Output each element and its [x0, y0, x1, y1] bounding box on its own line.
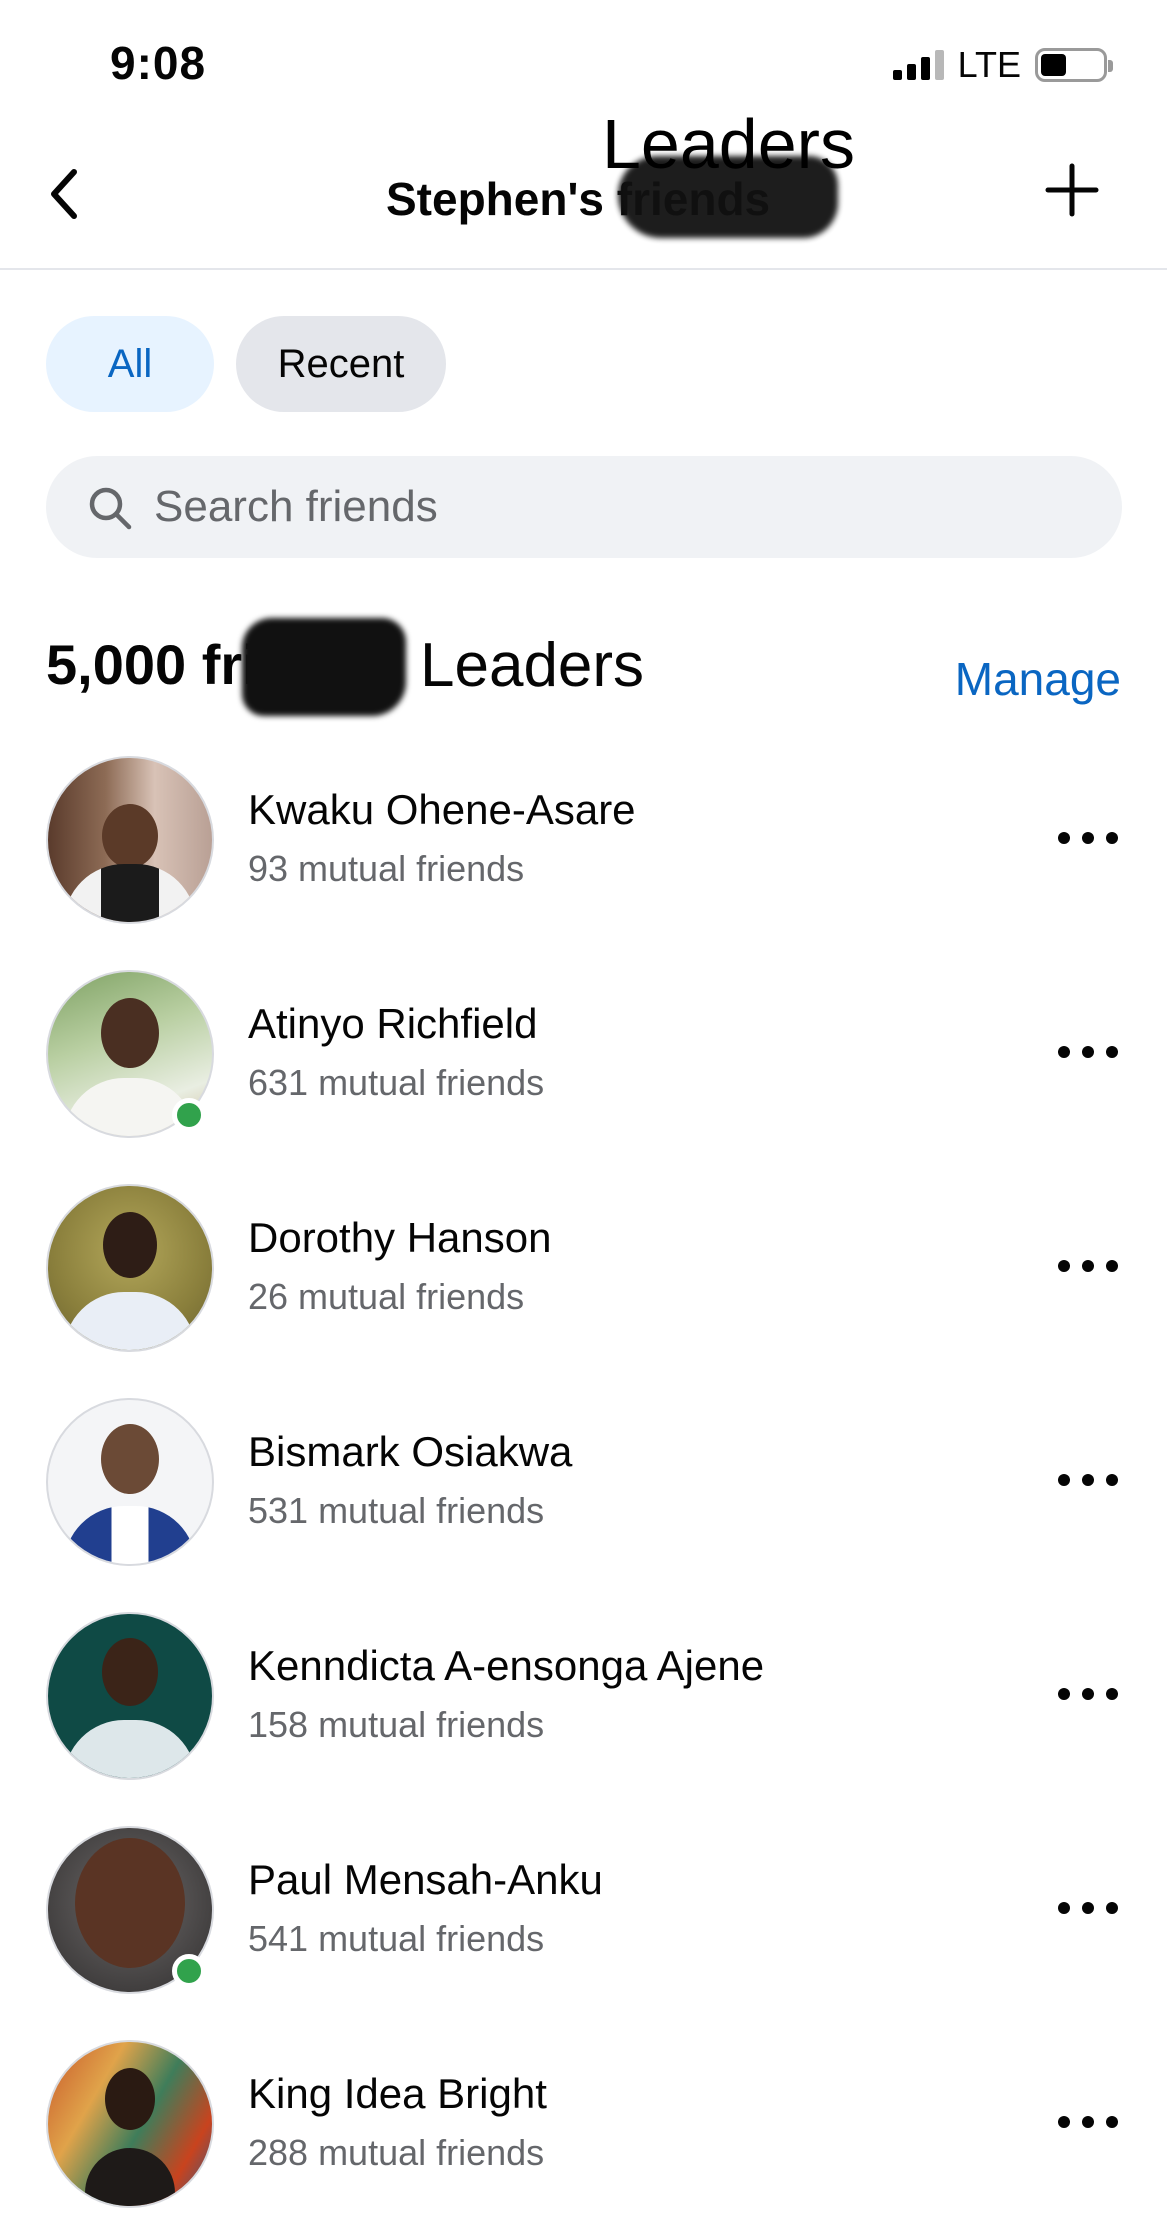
friend-row[interactable]: Bismark Osiakwa 531 mutual friends: [0, 1392, 1167, 1606]
friend-row[interactable]: Kenndicta A-ensonga Ajene 158 mutual fri…: [0, 1606, 1167, 1820]
mutual-friends: 158 mutual friends: [248, 1704, 545, 1745]
mutual-friends: 541 mutual friends: [248, 1918, 545, 1959]
chevron-left-icon: [51, 169, 77, 219]
friend-name[interactable]: Atinyo Richfield: [248, 1000, 537, 1048]
search-icon: [89, 487, 132, 530]
battery-icon: [1035, 48, 1113, 82]
friend-row[interactable]: Atinyo Richfield 631 mutual friends: [0, 964, 1167, 1178]
friend-row[interactable]: Paul Mensah-Anku 541 mutual friends: [0, 1820, 1167, 2034]
friend-name[interactable]: King Idea Bright: [248, 2070, 547, 2118]
more-options-button[interactable]: [1058, 1674, 1118, 1714]
more-options-button[interactable]: [1058, 818, 1118, 858]
overlay-label: Leaders: [420, 631, 645, 700]
mutual-friends: 288 mutual friends: [248, 2132, 545, 2173]
filter-recent-tab[interactable]: Recent: [236, 316, 446, 412]
online-indicator: [172, 1098, 206, 1132]
search-input[interactable]: [154, 456, 1054, 558]
plus-icon: [1045, 163, 1099, 217]
friend-row[interactable]: Dorothy Hanson 26 mutual friends: [0, 1178, 1167, 1392]
avatar[interactable]: [46, 2040, 214, 2208]
search-bar[interactable]: [46, 456, 1122, 558]
friend-row[interactable]: Kwaku Ohene-Asare 93 mutual friends: [0, 750, 1167, 964]
mutual-friends: 93 mutual friends: [248, 848, 525, 889]
more-options-button[interactable]: [1058, 1246, 1118, 1286]
more-options-button[interactable]: [1058, 2102, 1118, 2142]
signal-icon: [892, 50, 944, 80]
manage-link[interactable]: Manage: [955, 652, 1121, 706]
friend-row[interactable]: King Idea Bright 288 mutual friends: [0, 2034, 1167, 2238]
avatar[interactable]: [46, 1612, 214, 1780]
mutual-friends: 531 mutual friends: [248, 1490, 545, 1531]
mutual-friends: 631 mutual friends: [248, 1062, 545, 1103]
nav-header: Stephen's friends Leaders: [0, 100, 1167, 270]
avatar[interactable]: [46, 1398, 214, 1566]
online-indicator: [172, 1954, 206, 1988]
friend-name[interactable]: Kenndicta A-ensonga Ajene: [248, 1642, 764, 1690]
more-options-button[interactable]: [1058, 1032, 1118, 1072]
add-friend-button[interactable]: [1044, 162, 1100, 218]
redaction-scribble: [242, 618, 406, 716]
back-button[interactable]: [40, 158, 100, 228]
friend-name[interactable]: Paul Mensah-Anku: [248, 1856, 603, 1904]
friend-name[interactable]: Kwaku Ohene-Asare: [248, 786, 636, 834]
status-indicators: LTE: [892, 44, 1113, 86]
overlay-title: Leaders: [602, 105, 855, 183]
filter-all-tab[interactable]: All: [46, 316, 214, 412]
mutual-friends: 26 mutual friends: [248, 1276, 525, 1317]
more-options-button[interactable]: [1058, 1460, 1118, 1500]
more-options-button[interactable]: [1058, 1888, 1118, 1928]
avatar[interactable]: [46, 1184, 214, 1352]
avatar[interactable]: [46, 756, 214, 924]
status-time: 9:08: [110, 37, 207, 89]
friend-name[interactable]: Dorothy Hanson: [248, 1214, 552, 1262]
network-label: LTE: [957, 44, 1021, 85]
friend-name[interactable]: Bismark Osiakwa: [248, 1428, 572, 1476]
